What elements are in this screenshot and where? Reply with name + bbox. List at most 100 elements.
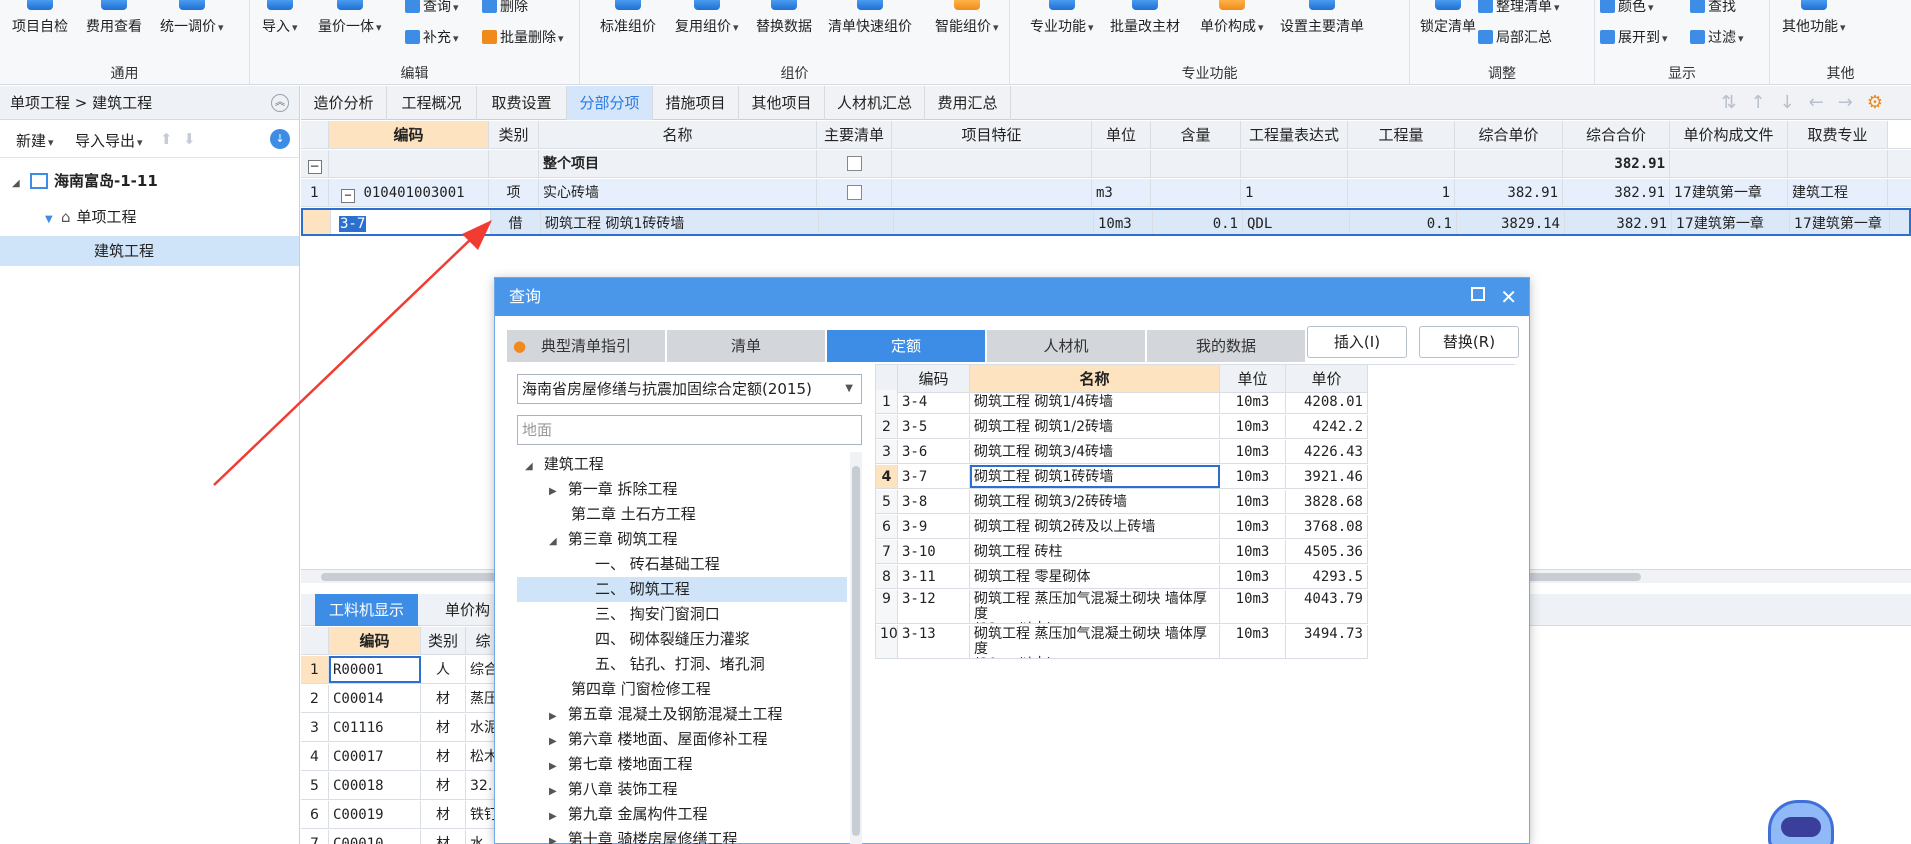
grid-cell[interactable]: 3-12	[898, 590, 970, 623]
column-header[interactable]: 单位	[1092, 121, 1151, 148]
sort-icon[interactable]: ⇅	[1721, 92, 1750, 113]
collapsed-triangle-icon[interactable]: ▶	[549, 804, 563, 829]
column-header[interactable]: 名称	[970, 365, 1220, 392]
collapse-icon[interactable]: −	[307, 160, 322, 174]
filter-button[interactable]: 过滤	[1690, 29, 1744, 47]
column-header[interactable]: 主要清单	[817, 121, 892, 148]
unit-price-structure-button[interactable]: 单价构成	[1200, 0, 1264, 56]
tree-node[interactable]: ▶ 第五章 混凝土及钢筋混凝土工程	[517, 702, 847, 727]
tree-node[interactable]: ▶ 第八章 装饰工程	[517, 777, 847, 802]
set-main-list-button[interactable]: 设置主要清单	[1280, 0, 1364, 56]
tab-my-data[interactable]: 我的数据	[1147, 330, 1305, 362]
grid-cell[interactable]: 砌筑工程 砖柱	[970, 540, 1220, 563]
grid-cell[interactable]: 4226.43	[1286, 440, 1368, 463]
grid-cell[interactable]: 砌筑工程 砌筑3/2砖砖墙	[970, 490, 1220, 513]
column-header[interactable]: 综合单价	[1455, 121, 1563, 148]
grid-cell[interactable]: C00019	[329, 801, 421, 828]
fee-view-button[interactable]: 费用查看	[86, 0, 142, 56]
grid-cell[interactable]: 10m3	[1220, 515, 1286, 538]
import-button[interactable]: 导入	[262, 0, 298, 56]
column-header[interactable]: 名称	[539, 121, 817, 148]
grid-cell[interactable]: 10m3	[1220, 415, 1286, 438]
column-header[interactable]: 单价构成文件	[1670, 121, 1788, 148]
grid-cell[interactable]: 砌筑工程 砌筑1砖砖墙	[970, 465, 1220, 488]
arrow-down-icon[interactable]: ↓	[1780, 92, 1809, 113]
grid-cell[interactable]: 3-13	[898, 625, 970, 658]
replace-button[interactable]: 替换(R)	[1419, 326, 1519, 358]
tree-node[interactable]: ◢ 建筑工程	[517, 452, 847, 477]
grid-cell[interactable]: 3768.08	[1286, 515, 1368, 538]
grid-cell[interactable]: 材	[421, 743, 466, 770]
column-header[interactable]: 项目特征	[892, 121, 1092, 148]
table-row[interactable]: 4 3-7 砌筑工程 砌筑1砖砖墙 10m3 3921.46	[876, 465, 1368, 489]
find-button[interactable]: 查找	[1690, 0, 1736, 16]
tab-cost-analysis[interactable]: 造价分析	[301, 86, 387, 120]
grid-cell[interactable]: 10m3	[1220, 590, 1286, 623]
grid-cell[interactable]: 人	[421, 656, 466, 683]
grid-cell[interactable]: 砌筑工程 砌筑3/4砖墙	[970, 440, 1220, 463]
move-down-icon[interactable]: ⬇	[183, 130, 196, 148]
arrow-up-icon[interactable]: ↑	[1750, 92, 1779, 113]
collapse-icon[interactable]: −	[341, 189, 355, 203]
tab-fee-settings[interactable]: 取费设置	[477, 86, 567, 120]
grid-cell[interactable]: 3-8	[898, 490, 970, 513]
column-header[interactable]: 含量	[1151, 121, 1241, 148]
table-row[interactable]: 3 3-6 砌筑工程 砌筑3/4砖墙 10m3 4226.43	[876, 440, 1368, 464]
grid-cell[interactable]: 3921.46	[1286, 465, 1368, 488]
grid-cell[interactable]: 7	[301, 830, 329, 844]
table-row[interactable]: 6 3-9 砌筑工程 砌筑2砖及以上砖墙 10m3 3768.08	[876, 515, 1368, 539]
replace-data-button[interactable]: 替换数据	[756, 0, 812, 56]
import-export-dropdown[interactable]: 导入导出	[75, 130, 143, 151]
grid-cell[interactable]: C00010	[329, 830, 421, 844]
expand-triangle-icon[interactable]: ◢	[12, 169, 26, 199]
tab-fee-summary[interactable]: 费用汇总	[925, 86, 1011, 120]
grid-cell[interactable]: 4043.79	[1286, 590, 1368, 623]
grid-cell[interactable]: 3494.73	[1286, 625, 1368, 658]
grid-cell[interactable]: 3	[301, 714, 329, 741]
table-row[interactable]: 5 3-8 砌筑工程 砌筑3/2砖砖墙 10m3 3828.68	[876, 490, 1368, 514]
table-row[interactable]: 1 R00001 人综合	[301, 656, 501, 684]
tab-other-items[interactable]: 其他项目	[739, 86, 825, 120]
table-row[interactable]: 5 C00018 材 32.	[301, 772, 501, 800]
tree-node[interactable]: 第四章 门窗检修工程	[517, 677, 847, 702]
collapsed-triangle-icon[interactable]: ▶	[549, 704, 563, 729]
grid-cell[interactable]: 材	[421, 714, 466, 741]
tree-node[interactable]: ▶ 第六章 楼地面、屋面修补工程	[517, 727, 847, 752]
table-row[interactable]: 103-13砌筑工程 蒸压加气混凝土砌块 墙体厚度(20cm以内)10m3349…	[876, 625, 1368, 659]
quick-pricing-button[interactable]: 清单快速组价	[828, 0, 912, 56]
column-header[interactable]: 编码	[329, 627, 421, 654]
column-header[interactable]: 编码	[898, 365, 970, 392]
table-row[interactable]: 3 C01116 材水泥	[301, 714, 501, 742]
grid-cell[interactable]: 5	[301, 772, 329, 799]
grid-cell[interactable]: 10m3	[1220, 490, 1286, 513]
grid-cell[interactable]: 3-11	[898, 565, 970, 588]
collapsed-triangle-icon[interactable]: ▶	[549, 829, 563, 844]
tree-node[interactable]: 第二章 土石方工程	[517, 502, 847, 527]
table-row[interactable]: 4 C00017 材松木	[301, 743, 501, 771]
summary-row[interactable]: − 整个项目 382.91	[301, 150, 1911, 178]
main-list-checkbox[interactable]	[846, 185, 862, 200]
table-row[interactable]: 8 3-11 砌筑工程 零星砌体 10m3 4293.5	[876, 565, 1368, 589]
table-row[interactable]: 2 3-5 砌筑工程 砌筑1/2砖墙 10m3 4242.2	[876, 415, 1368, 439]
tab-list[interactable]: 清单	[667, 330, 825, 362]
tab-labor-material[interactable]: 人材机	[987, 330, 1145, 362]
grid-cell[interactable]: 2	[301, 685, 329, 712]
grid-cell[interactable]: 6	[301, 801, 329, 828]
grid-cell[interactable]: 4	[301, 743, 329, 770]
download-icon[interactable]: ↓	[270, 129, 290, 149]
lock-list-button[interactable]: 锁定清单	[1420, 0, 1476, 56]
grid-cell[interactable]: 10m3	[1220, 625, 1286, 658]
grid-cell[interactable]: 3-7	[898, 465, 970, 488]
grid-cell[interactable]: 1	[301, 656, 329, 683]
grid-cell[interactable]: 4505.36	[1286, 540, 1368, 563]
quota-library-select[interactable]: 海南省房屋修缮与抗震加固综合定额(2015) ▼	[517, 374, 862, 404]
collapsed-triangle-icon[interactable]: ▶	[549, 779, 563, 804]
tab-labor-material-summary[interactable]: 人材机汇总	[825, 86, 925, 120]
supplement-button[interactable]: 补充	[405, 29, 459, 47]
tree-node[interactable]: ▶ 第一章 拆除工程	[517, 477, 847, 502]
tree-node[interactable]: 五、 钻孔、打洞、堵孔洞	[517, 652, 847, 677]
expand-triangle-icon[interactable]: ◢	[549, 529, 563, 554]
grid-cell[interactable]: 4293.5	[1286, 565, 1368, 588]
grid-cell[interactable]: 砌筑工程 砌筑2砖及以上砖墙	[970, 515, 1220, 538]
main-list-checkbox[interactable]	[846, 156, 862, 171]
